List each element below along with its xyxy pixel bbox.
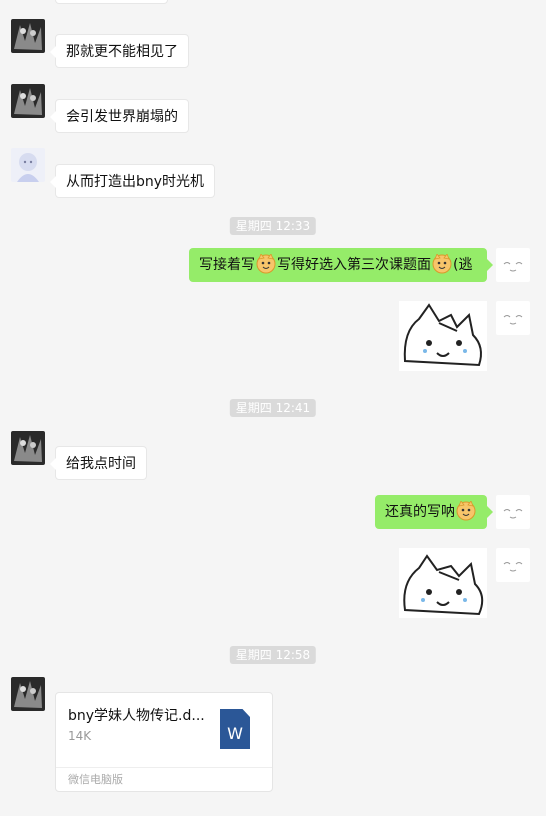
my-avatar[interactable] xyxy=(496,301,530,335)
incoming-message[interactable]: 那就更不能相见了 xyxy=(50,34,189,68)
cat-emoji-icon xyxy=(256,254,276,274)
file-name: bny学妹人物传记.d... xyxy=(68,708,205,724)
contact-avatar-2[interactable] xyxy=(11,148,45,182)
file-message-card[interactable]: bny学妹人物传记.d... 14K W 微信电脑版 xyxy=(55,692,273,792)
timestamp: 星期四 12:33 xyxy=(229,217,317,235)
cat-emoji-icon xyxy=(432,254,452,274)
previous-message-bubble xyxy=(55,0,168,4)
my-avatar[interactable] xyxy=(496,548,530,582)
file-source-label: 微信电脑版 xyxy=(56,767,272,791)
word-icon-letter: W xyxy=(227,724,243,743)
timestamp: 星期四 12:41 xyxy=(229,399,317,417)
sticker-image[interactable] xyxy=(399,301,487,371)
incoming-message[interactable]: 从而打造出bny时光机 xyxy=(49,164,216,198)
my-avatar[interactable] xyxy=(496,248,530,282)
message-text: 写得好选入第三次课题面 xyxy=(277,257,431,273)
outgoing-message[interactable]: 还真的写呐 xyxy=(375,495,493,529)
message-text: 会引发世界崩塌的 xyxy=(66,109,178,125)
message-text: 写接着写 xyxy=(199,257,255,273)
file-size: 14K xyxy=(68,729,92,743)
cat-emoji-icon xyxy=(456,501,476,521)
outgoing-message[interactable]: 写接着写 写得好选入第三次课题面 (逃 xyxy=(189,248,493,282)
message-text: (逃 xyxy=(453,257,473,273)
my-avatar[interactable] xyxy=(496,495,530,529)
message-text: 那就更不能相见了 xyxy=(66,44,178,60)
timestamp: 星期四 12:58 xyxy=(229,646,317,664)
incoming-message[interactable]: 给我点时间 xyxy=(50,446,147,480)
contact-avatar[interactable] xyxy=(11,677,45,711)
message-text: 从而打造出bny时光机 xyxy=(66,174,205,190)
word-document-icon: W xyxy=(220,709,250,749)
contact-avatar[interactable] xyxy=(11,19,45,53)
contact-avatar[interactable] xyxy=(11,431,45,465)
contact-avatar[interactable] xyxy=(11,84,45,118)
incoming-message[interactable]: 会引发世界崩塌的 xyxy=(50,99,189,133)
message-text: 给我点时间 xyxy=(66,456,136,472)
message-text: 还真的写呐 xyxy=(385,504,455,520)
sticker-image[interactable] xyxy=(399,548,487,618)
